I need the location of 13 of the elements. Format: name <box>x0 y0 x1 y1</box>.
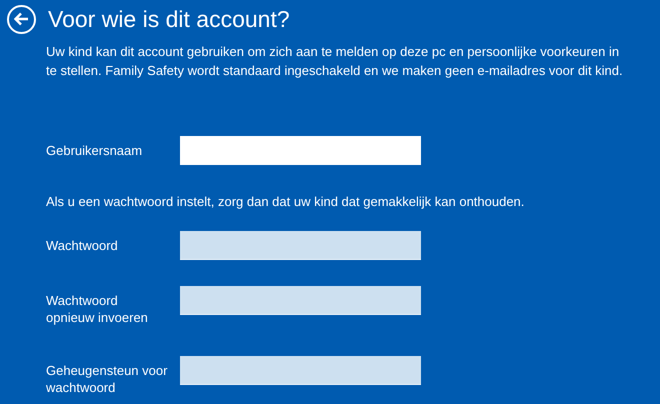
field-label: Wachtwoord opnieuw invoeren <box>46 292 149 326</box>
input-field[interactable] <box>180 286 421 315</box>
username-field[interactable] <box>180 136 421 165</box>
intro-text: Uw kind kan dit account gebruiken om zich aan te melden op deze pc en persoonlijke voorkeuren in te stellen. Family Safety wordt standaard ingeschakeld en we maken geen e-mailadres voor dit kind. <box>46 43 624 80</box>
input-field[interactable] <box>180 231 421 260</box>
field-label: Geheugensteun voor wachtwoord <box>46 362 168 396</box>
password-note: Als u een wachtwoord instelt, zorg dan dat uw kind dat gemakkelijk kan onthouden. <box>46 194 526 209</box>
field-label: Gebruikersnaam <box>46 142 144 159</box>
page-title: Voor wie is dit account? <box>48 6 290 32</box>
field-label: Wachtwoord <box>46 237 119 254</box>
back-arrow-icon <box>14 12 29 26</box>
input-field[interactable] <box>180 356 421 385</box>
back-button[interactable] <box>7 4 36 34</box>
